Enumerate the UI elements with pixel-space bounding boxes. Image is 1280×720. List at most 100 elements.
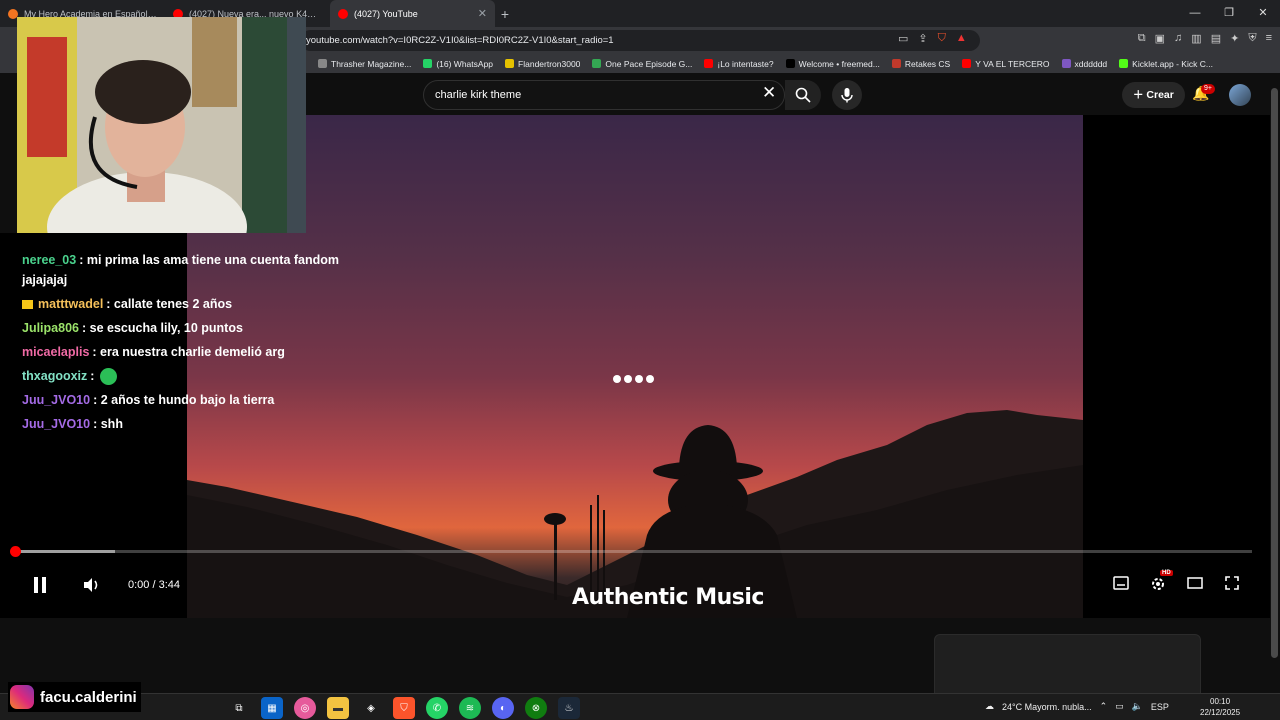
steam-icon[interactable]: ♨: [558, 697, 580, 719]
bookmark-item[interactable]: Retakes CS: [891, 59, 950, 69]
vpn-icon[interactable]: ⛨: [1248, 32, 1256, 45]
app-pink-icon[interactable]: ◎: [294, 697, 316, 719]
brave-shield-icon[interactable]: ⛉: [938, 32, 946, 45]
brave-rewards-icon[interactable]: ▲: [956, 32, 967, 45]
chat-text: : 2 años te hundo bajo la tierra: [93, 393, 275, 407]
network-icon[interactable]: ▭: [1115, 701, 1124, 712]
task-view-icon[interactable]: ⧉: [228, 697, 250, 719]
chat-text: :: [90, 369, 95, 383]
bookmark-label: xdddddd: [1074, 58, 1108, 69]
buffered-bar: [16, 550, 115, 553]
chat-username[interactable]: Julipa806: [22, 321, 79, 335]
close-window-button[interactable]: ✕: [1246, 0, 1280, 27]
chat-username[interactable]: neree_03: [22, 253, 76, 267]
xbox-icon[interactable]: ⊗: [525, 697, 547, 719]
plus-icon: ＋: [1133, 89, 1147, 101]
stream-chat: neree_03: mi prima las ama tiene una cue…: [22, 250, 362, 436]
file-explorer-icon[interactable]: ▬: [327, 697, 349, 719]
bookmark-item[interactable]: Welcome • freemed...: [785, 59, 880, 69]
hd-badge: HD: [1160, 570, 1173, 576]
close-tab-icon[interactable]: ✕: [478, 7, 487, 20]
bookmark-item[interactable]: Flandertron3000: [505, 59, 580, 69]
bookmark-label: Kicklet.app - Kick C...: [1132, 58, 1213, 69]
bookmark-favicon-icon: [785, 59, 795, 68]
windows-taskbar: ⧉ ▦ ◎ ▬ ◈ ⛉ ✆ ≋ ◐ ⊗ ♨ ☁ 24°C Mayorm. nub…: [0, 693, 1280, 720]
search-button[interactable]: [785, 80, 821, 110]
chat-username[interactable]: Juu_JVO10: [22, 393, 90, 407]
bookmark-item[interactable]: (16) WhatsApp: [423, 59, 493, 69]
account-avatar[interactable]: [1229, 84, 1251, 106]
subtitles-icon[interactable]: [1113, 576, 1129, 590]
page-scrollbar[interactable]: [1271, 88, 1278, 658]
voice-search-button[interactable]: [832, 80, 862, 110]
discord-icon[interactable]: ◐: [492, 697, 514, 719]
tab-youtube-active[interactable]: (4027) YouTube ✕: [330, 0, 495, 27]
cast-icon[interactable]: ▭: [898, 32, 908, 45]
loading-spinner: [613, 375, 654, 383]
chat-emote-icon: [100, 368, 118, 386]
music-icon[interactable]: ♫: [1174, 32, 1182, 45]
language-indicator[interactable]: ESP: [1151, 702, 1169, 712]
instagram-icon: [10, 685, 34, 709]
taskbar-apps: ⧉ ▦ ◎ ▬ ◈ ⛉ ✆ ≋ ◐ ⊗ ♨: [228, 697, 580, 719]
bookmark-favicon-icon: [1119, 59, 1129, 68]
chat-username[interactable]: matttwadel: [38, 297, 103, 311]
instagram-handle-overlay: facu.calderini: [8, 682, 141, 712]
leo-icon[interactable]: ✦: [1230, 32, 1239, 45]
new-tab-button[interactable]: +: [495, 6, 515, 22]
bookmark-item[interactable]: Thrasher Magazine...: [318, 59, 411, 69]
chat-text: : shh: [93, 417, 123, 431]
game-icon[interactable]: ◈: [360, 697, 382, 719]
settings-gear-icon[interactable]: [1150, 576, 1166, 592]
store-icon[interactable]: ▦: [261, 697, 283, 719]
scrubber-handle[interactable]: [10, 546, 21, 557]
bookmark-favicon-icon: [704, 59, 714, 68]
bookmark-label: ¡Lo intentaste?: [717, 58, 774, 69]
taskbar-clock[interactable]: 00:10 22/12/2025: [1200, 696, 1240, 718]
chat-message: neree_03: mi prima las ama tiene una cue…: [22, 250, 362, 292]
tab-label: (4027) YouTube: [354, 8, 418, 19]
instagram-handle: facu.calderini: [40, 688, 137, 706]
chat-username[interactable]: thxagooxiz: [22, 369, 87, 383]
brave-browser-icon[interactable]: ⛉: [393, 697, 415, 719]
chat-username[interactable]: micaelaplis: [22, 345, 89, 359]
chat-message: micaelaplis: era nuestra charlie demelió…: [22, 340, 362, 364]
video-progress-bar[interactable]: [10, 546, 1252, 557]
minimize-button[interactable]: —: [1178, 0, 1212, 27]
tray-overflow-icon[interactable]: ⌃: [1100, 701, 1108, 712]
extensions-icon[interactable]: ⧉: [1138, 32, 1146, 45]
whatsapp-icon[interactable]: ✆: [426, 697, 448, 719]
volume-tray-icon[interactable]: 🔈: [1132, 701, 1143, 712]
spotify-icon[interactable]: ≋: [459, 697, 481, 719]
sidebar-icon[interactable]: ▥: [1191, 32, 1201, 45]
theater-mode-icon[interactable]: [1187, 576, 1203, 590]
share-icon[interactable]: ⇪: [918, 32, 927, 45]
bookmark-item[interactable]: ¡Lo intentaste?: [704, 58, 774, 69]
clear-search-icon[interactable]: ✕: [762, 83, 776, 103]
chat-username[interactable]: Juu_JVO10: [22, 417, 90, 431]
chat-message: Juu_JVO10: 2 años te hundo bajo la tierr…: [22, 388, 362, 412]
microphone-icon: [841, 88, 853, 103]
bookmark-item[interactable]: One Pace Episode G...: [592, 59, 692, 69]
bookmark-item[interactable]: Kicklet.app - Kick C...: [1119, 59, 1213, 69]
weather-icon: ☁: [985, 701, 994, 711]
wallet-icon[interactable]: ▣: [1155, 32, 1165, 45]
restore-button[interactable]: ❐: [1212, 0, 1246, 27]
chat-text: : era nuestra charlie demelió arg: [92, 345, 285, 359]
weather-text[interactable]: 24°C Mayorm. nubla...: [1002, 702, 1092, 712]
menu-icon[interactable]: ≡: [1266, 32, 1272, 45]
fullscreen-icon[interactable]: [1225, 576, 1239, 590]
bookmark-item[interactable]: xdddddd: [1061, 58, 1108, 69]
create-button[interactable]: ＋ Crear: [1122, 82, 1185, 108]
bookmark-favicon-icon: [423, 59, 433, 68]
wallet2-icon[interactable]: ▤: [1211, 32, 1221, 45]
url-field[interactable]: youtube.com/watch?v=I0RC2Z-V1I0&list=RDI…: [300, 30, 980, 51]
bookmark-favicon-icon: [891, 59, 901, 68]
pause-icon[interactable]: [32, 576, 48, 594]
bookmark-item[interactable]: Y VA EL TERCERO: [962, 59, 1050, 69]
player-controls: 0:00 / 3:44 HD: [0, 570, 1270, 602]
search-input[interactable]: charlie kirk theme: [423, 80, 785, 110]
bookmark-favicon-icon: [318, 59, 327, 68]
volume-icon[interactable]: [82, 576, 100, 594]
clock-time: 00:10: [1210, 697, 1231, 706]
